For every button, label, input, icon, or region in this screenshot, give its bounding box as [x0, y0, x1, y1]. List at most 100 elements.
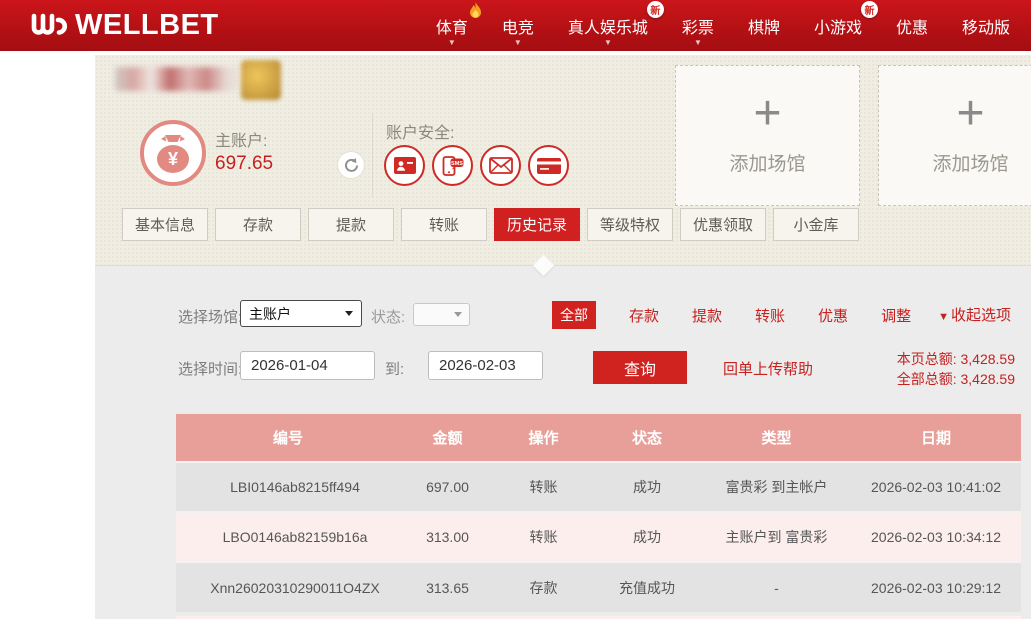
chevron-down-icon: ▼ [448, 39, 456, 47]
bank-card-icon [537, 158, 561, 174]
type-cell: 富贵彩 到主帐户 [702, 462, 851, 512]
nav-item-label: 优惠 [896, 14, 928, 38]
bank-card-button[interactable] [528, 145, 569, 186]
wellbet-monogram-icon [30, 12, 72, 40]
header-date: 日期 [851, 414, 1021, 462]
status-select-label: 状态: [371, 306, 405, 327]
table-row: LBI0146ab8215ff494 697.00 转账 成功 富贵彩 到主帐户… [176, 462, 1021, 512]
tab-transfer[interactable]: 转账 [401, 208, 487, 241]
account-tabs: 基本信息 存款 提款 转账 历史记录 等级特权 优惠领取 小金库 [122, 208, 859, 241]
security-label: 账户安全: [386, 119, 454, 143]
tab-level-privilege[interactable]: 等级特权 [587, 208, 673, 241]
nav-item-label: 棋牌 [748, 14, 780, 38]
id-card-icon [394, 157, 416, 174]
nav-item-lottery[interactable]: 彩票 ▼ [665, 0, 731, 51]
nav-item-promotions[interactable]: 优惠 [879, 0, 945, 51]
tab-deposit[interactable]: 存款 [215, 208, 301, 241]
amount-cell: 313.00 [400, 512, 495, 562]
nav-item-mini-games[interactable]: 小游戏 新 [797, 0, 879, 51]
date-to-input[interactable] [428, 351, 543, 380]
nav-item-label: 体育 [436, 14, 468, 38]
nav-item-mobile[interactable]: 移动版 [945, 0, 1027, 51]
chevron-down-icon: ▼ [604, 39, 612, 47]
tab-promo-claim[interactable]: 优惠领取 [680, 208, 766, 241]
page: WELLBET 体育 ▼ 电竞 ▼ 真人娱乐城 新 ▼ 彩票 ▼ [0, 0, 1031, 619]
main-nav: 体育 ▼ 电竞 ▼ 真人娱乐城 新 ▼ 彩票 ▼ 棋牌 [419, 0, 1031, 51]
collapse-options-toggle[interactable]: ▼收起选项 [938, 304, 1011, 325]
sms-phone-button[interactable]: SMS [432, 145, 473, 186]
add-venue-card[interactable]: + 添加场馆 [878, 65, 1031, 206]
header-order-id: 编号 [176, 414, 400, 462]
divider [372, 113, 373, 197]
filter-deposit[interactable]: 存款 [629, 305, 659, 326]
nav-item-board-games[interactable]: 棋牌 [731, 0, 797, 51]
chevron-down-icon: ▼ [694, 39, 702, 47]
amount-cell: 697.00 [400, 462, 495, 512]
filter-withdraw[interactable]: 提款 [692, 305, 722, 326]
filter-all[interactable]: 全部 [552, 301, 596, 329]
query-button[interactable]: 查询 [593, 351, 687, 384]
table-row: Xnn26020310290011O4ZX 313.65 存款 充值成功 - 2… [176, 562, 1021, 612]
status-cell: 成功 [592, 512, 702, 562]
tab-basic-info[interactable]: 基本信息 [122, 208, 208, 241]
status-cell: 成功 [592, 462, 702, 512]
tab-vault[interactable]: 小金库 [773, 208, 859, 241]
add-venue-label: 添加场馆 [932, 149, 1008, 176]
user-avatar[interactable] [241, 60, 281, 100]
add-venue-label: 添加场馆 [729, 149, 805, 176]
nav-item-label: 真人娱乐城 [568, 14, 648, 38]
tab-withdraw[interactable]: 提款 [308, 208, 394, 241]
balance-value: 697.65 [215, 153, 273, 175]
operation-cell: 转账 [495, 512, 592, 562]
refresh-icon [343, 157, 360, 174]
order-id-cell: LBO0146ab82159b16a [176, 512, 400, 562]
nav-item-label: 彩票 [682, 14, 714, 38]
status-select[interactable] [413, 303, 470, 326]
history-table: 编号 金额 操作 状态 类型 日期 LBI0146ab8215ff494 697… [176, 414, 1021, 612]
status-cell: 充值成功 [592, 562, 702, 612]
nav-item-label: 电竞 [502, 14, 534, 38]
order-id-cell: Xnn26020310290011O4ZX [176, 562, 400, 612]
venue-select[interactable]: 主账户 [240, 300, 362, 327]
amount-cell: 313.65 [400, 562, 495, 612]
date-cell: 2026-02-03 10:41:02 [851, 462, 1021, 512]
mail-button[interactable] [480, 145, 521, 186]
filter-transfer[interactable]: 转账 [755, 305, 785, 326]
plus-icon: + [753, 95, 781, 133]
balance-label: 主账户: [215, 127, 267, 151]
account-panel: ¥ 主账户: 697.65 账户安全: [95, 55, 1031, 265]
venue-select-label: 选择场馆: [178, 306, 242, 327]
add-venue-card[interactable]: + 添加场馆 [675, 65, 860, 206]
history-content: 选择场馆: 主账户 状态: 全部 存款 提款 转账 优惠 调整 ▼收起选项 选择… [95, 265, 1031, 619]
sms-phone-icon: SMS [441, 155, 464, 177]
nav-item-label: 小游戏 [814, 14, 862, 38]
type-filter-tabs: 全部 存款 提款 转账 优惠 调整 [552, 301, 911, 329]
tab-history[interactable]: 历史记录 [494, 208, 580, 241]
sms-badge-text: SMS [451, 161, 463, 167]
mail-icon [489, 157, 513, 174]
plus-icon: + [956, 95, 984, 133]
nav-item-sports[interactable]: 体育 ▼ [419, 0, 485, 51]
logo-text: WELLBET [75, 11, 219, 40]
header-amount: 金额 [400, 414, 495, 462]
chevron-down-icon [454, 312, 462, 317]
nav-item-live-casino[interactable]: 真人娱乐城 新 ▼ [551, 0, 665, 51]
time-range-label: 选择时间: [178, 358, 242, 379]
type-cell: 主账户到 富贵彩 [702, 512, 851, 562]
receipt-upload-help-link[interactable]: 回单上传帮助 [723, 358, 813, 379]
operation-cell: 转账 [495, 462, 592, 512]
filter-adjust[interactable]: 调整 [881, 305, 911, 326]
id-card-button[interactable] [384, 145, 425, 186]
table-header-row: 编号 金额 操作 状态 类型 日期 [176, 414, 1021, 462]
type-cell: - [702, 562, 851, 612]
operation-cell: 存款 [495, 562, 592, 612]
date-cell: 2026-02-03 10:29:12 [851, 562, 1021, 612]
wellbet-logo[interactable]: WELLBET [30, 11, 219, 40]
chevron-down-icon [345, 311, 353, 316]
chevron-down-icon: ▼ [514, 39, 522, 47]
date-from-input[interactable] [240, 351, 375, 380]
refresh-button[interactable] [337, 151, 365, 179]
nav-item-esports[interactable]: 电竞 ▼ [485, 0, 551, 51]
filter-promo[interactable]: 优惠 [818, 305, 848, 326]
venue-select-value: 主账户 [249, 304, 291, 324]
